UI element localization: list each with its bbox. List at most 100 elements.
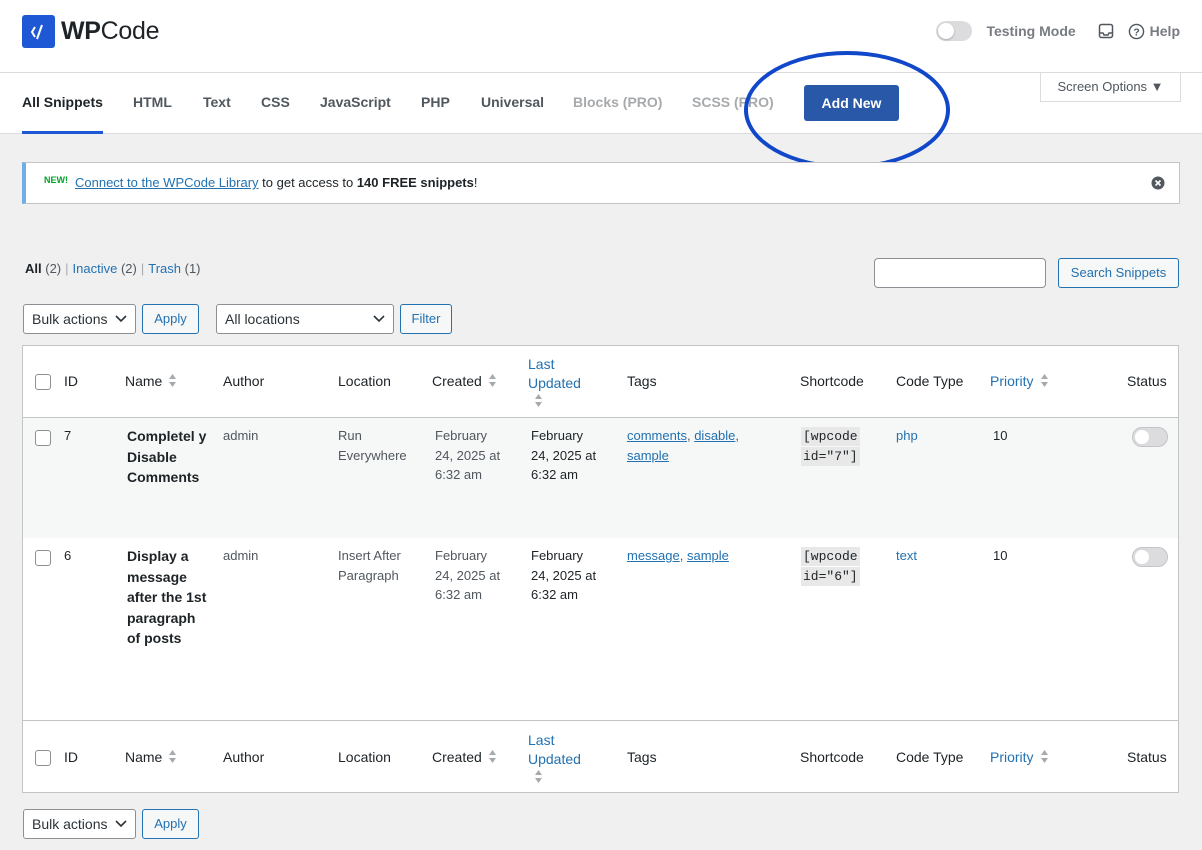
col-name[interactable]: Name <box>125 749 177 765</box>
col-id: ID <box>64 373 78 389</box>
view-all-link[interactable]: All <box>25 261 42 276</box>
col-author: Author <box>223 373 265 389</box>
dismiss-notice-icon[interactable] <box>1151 176 1165 190</box>
row-last-updated: February 24, 2025 at 6:32 am <box>531 428 597 482</box>
tag-link[interactable]: sample <box>687 548 729 563</box>
row-id: 6 <box>64 548 72 563</box>
col-created[interactable]: Created <box>432 749 497 765</box>
col-tags: Tags <box>627 373 657 389</box>
add-new-button[interactable]: Add New <box>804 85 899 121</box>
chevron-down-icon <box>115 820 127 828</box>
snippet-name-link[interactable]: Display a message after the 1st paragrap… <box>127 546 207 649</box>
filter-button[interactable]: Filter <box>400 304 452 334</box>
testing-mode-toggle[interactable] <box>936 21 973 41</box>
col-author: Author <box>223 749 265 765</box>
table-header: ID Name Author Location Created Last Upda… <box>23 346 1178 418</box>
bulk-actions-select-bottom[interactable]: Bulk actions <box>23 809 136 839</box>
row-author: admin <box>223 428 259 443</box>
search-snippets-button[interactable]: Search Snippets <box>1058 258 1179 288</box>
tab-css[interactable]: CSS <box>261 73 290 134</box>
col-shortcode: Shortcode <box>800 373 864 389</box>
snippets-table: ID Name Author Location Created Last Upda… <box>22 345 1179 793</box>
tab-javascript[interactable]: JavaScript <box>320 73 391 134</box>
chevron-down-icon <box>115 315 127 323</box>
col-code-type: Code Type <box>896 749 964 765</box>
col-tags: Tags <box>627 749 657 765</box>
col-code-type: Code Type <box>896 373 964 389</box>
select-all-checkbox[interactable] <box>35 750 51 766</box>
row-code-type[interactable]: php <box>896 426 918 446</box>
tab-text[interactable]: Text <box>203 73 231 134</box>
row-id: 7 <box>64 428 72 443</box>
sort-icon <box>169 750 177 763</box>
connect-library-link[interactable]: Connect to the WPCode Library <box>75 175 259 190</box>
svg-text:?: ? <box>1133 27 1139 38</box>
sort-icon <box>169 374 177 387</box>
col-location: Location <box>338 373 391 389</box>
tag-link[interactable]: sample <box>627 448 669 463</box>
help-label: Help <box>1149 23 1180 39</box>
tag-link[interactable]: message <box>627 548 680 563</box>
library-notice: NEW! Connect to the WPCode Library to ge… <box>22 162 1180 204</box>
search-input[interactable] <box>874 258 1046 288</box>
testing-mode-label: Testing Mode <box>986 23 1076 39</box>
row-shortcode[interactable]: [wpcode id="7"] <box>801 426 860 466</box>
view-inactive-link[interactable]: Inactive <box>73 261 118 276</box>
col-last-updated[interactable]: Last Updated <box>528 355 581 413</box>
inbox-icon[interactable] <box>1096 21 1116 41</box>
row-checkbox[interactable] <box>35 550 51 566</box>
table-row: 6 Display a message after the 1st paragr… <box>23 538 1178 720</box>
sort-icon <box>488 374 496 387</box>
col-priority[interactable]: Priority <box>990 373 1049 389</box>
locations-select[interactable]: All locations <box>216 304 394 334</box>
col-last-updated[interactable]: Last Updated <box>528 731 581 789</box>
tab-php[interactable]: PHP <box>421 73 450 134</box>
row-code-type[interactable]: text <box>896 546 917 566</box>
status-filter-links: All (2) | Inactive (2) | Trash (1) <box>25 261 201 276</box>
help-button[interactable]: ? Help <box>1128 23 1180 40</box>
table-row: 7 Completel y Disable Comments admin Run… <box>23 418 1178 538</box>
chevron-down-icon <box>373 315 385 323</box>
tab-scss-pro[interactable]: SCSS (PRO) <box>692 73 774 134</box>
logo-icon <box>22 15 55 48</box>
screen-options-button[interactable]: Screen Options ▼ <box>1040 73 1181 102</box>
tab-html[interactable]: HTML <box>133 73 172 134</box>
status-toggle[interactable] <box>1132 427 1168 447</box>
row-location: Run Everywhere <box>338 428 407 463</box>
sort-icon <box>488 750 496 763</box>
tag-link[interactable]: disable <box>694 428 735 443</box>
view-trash-link[interactable]: Trash <box>148 261 181 276</box>
col-created[interactable]: Created <box>432 373 497 389</box>
row-location: Insert After Paragraph <box>338 548 401 583</box>
row-tags: message, sample <box>627 548 729 563</box>
sort-icon <box>1040 374 1048 387</box>
wpcode-logo: WPCode <box>22 15 160 48</box>
snippet-name-link[interactable]: Completel y Disable Comments <box>127 426 207 488</box>
sort-icon <box>535 394 542 407</box>
help-icon: ? <box>1128 23 1144 39</box>
row-shortcode[interactable]: [wpcode id="6"] <box>801 546 860 586</box>
notice-message: Connect to the WPCode Library to get acc… <box>75 175 478 190</box>
col-status: Status <box>1127 749 1167 765</box>
row-checkbox[interactable] <box>35 430 51 446</box>
status-toggle[interactable] <box>1132 547 1168 567</box>
col-status: Status <box>1127 373 1167 389</box>
row-last-updated: February 24, 2025 at 6:32 am <box>531 548 597 602</box>
col-name[interactable]: Name <box>125 373 177 389</box>
logo-wordmark: WPCode <box>61 17 160 45</box>
tab-universal[interactable]: Universal <box>481 73 544 134</box>
top-header: WPCode Testing Mode ? Help <box>0 0 1202 73</box>
col-location: Location <box>338 749 391 765</box>
apply-button-bottom[interactable]: Apply <box>142 809 199 839</box>
col-priority[interactable]: Priority <box>990 749 1049 765</box>
apply-button[interactable]: Apply <box>142 304 199 334</box>
row-tags: comments, disable, sample <box>627 428 740 463</box>
row-priority: 10 <box>993 548 1008 563</box>
tab-all-snippets[interactable]: All Snippets <box>22 73 103 134</box>
tag-link[interactable]: comments <box>627 428 687 443</box>
sort-icon <box>1040 750 1048 763</box>
bulk-actions-select[interactable]: Bulk actions <box>23 304 136 334</box>
tab-blocks-pro[interactable]: Blocks (PRO) <box>573 73 662 134</box>
select-all-checkbox[interactable] <box>35 374 51 390</box>
new-badge: NEW! <box>44 175 68 185</box>
